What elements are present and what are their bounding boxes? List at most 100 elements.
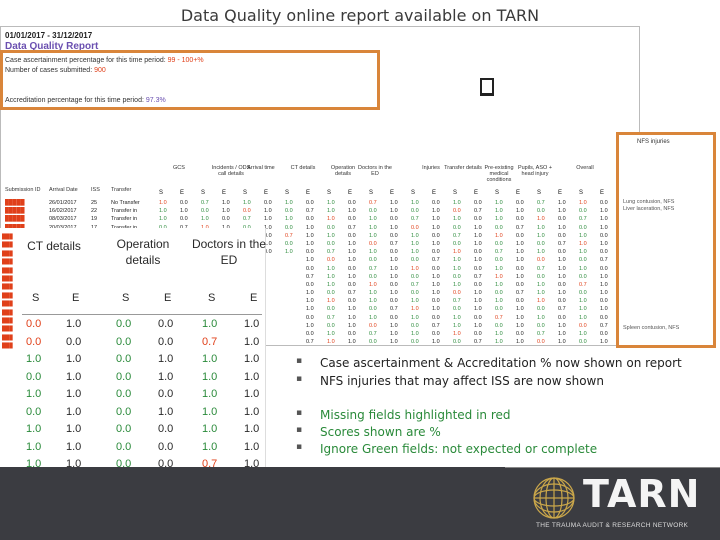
report-cell-value: 0.0 — [411, 273, 419, 280]
report-se-label: E — [474, 190, 479, 196]
report-cell-value: 1.0 — [495, 339, 503, 346]
report-cell-value: 0.7 — [537, 331, 545, 337]
report-se-label: E — [600, 190, 605, 196]
inset-cell: 0.0 — [116, 405, 132, 418]
report-cell-value: 0.0 — [390, 281, 398, 288]
report-se-label: S — [159, 190, 164, 196]
report-cell-value: 1.0 — [264, 208, 272, 215]
inset-cell: 1.0 — [26, 423, 42, 435]
report-cell-iss: 25 — [91, 200, 98, 206]
report-cell-value: 1.0 — [432, 290, 440, 297]
report-cell-value: 0.0 — [537, 306, 545, 313]
report-cell-value: 1.0 — [327, 200, 335, 206]
inset-cell: 1.0 — [66, 423, 82, 435]
report-cell-value: 0.7 — [327, 249, 335, 256]
report-cell-value: 0.0 — [348, 265, 356, 272]
report-se-label: S — [495, 190, 500, 196]
report-cell-value: 1.0 — [348, 257, 356, 264]
report-cell-value: 0.0 — [369, 240, 377, 247]
report-se-label: S — [327, 190, 332, 196]
report-cell-value: 0.0 — [558, 232, 566, 239]
report-cell-value: 1.0 — [390, 200, 398, 206]
report-cell-value: 0.7 — [348, 290, 356, 297]
report-se-label: S — [411, 190, 416, 196]
report-cell-value: 0.0 — [579, 257, 587, 264]
report-cell-value: 0.7 — [432, 322, 440, 329]
report-cell-value: 0.0 — [579, 339, 587, 346]
report-cell-value: 1.0 — [369, 224, 377, 231]
report-cell-value: 1.0 — [453, 265, 461, 272]
report-cell-value: 0.0 — [285, 224, 293, 231]
report-cell-value: 1.0 — [600, 240, 608, 247]
report-cell-value: 0.0 — [453, 306, 461, 313]
report-date-range: 01/01/2017 - 31/12/2017 — [5, 31, 93, 40]
report-cell-value: 1.0 — [453, 216, 461, 223]
report-cell-value: 0.0 — [600, 314, 608, 321]
report-column-header: CT details — [290, 165, 316, 171]
report-cell-value: 0.0 — [264, 200, 272, 206]
report-cell-value: 1.0 — [579, 314, 587, 321]
report-cell-value: 1.0 — [306, 240, 314, 247]
report-cell-value: 1.0 — [474, 322, 482, 329]
report-column-header: Overall — [576, 165, 594, 171]
report-cell-value: 1.0 — [348, 240, 356, 247]
report-cell-value: 1.0 — [516, 314, 524, 321]
report-cell-value: 1.0 — [411, 200, 419, 206]
report-cell-date: 26/01/2017 — [49, 200, 77, 206]
report-cell-value: 0.7 — [495, 249, 503, 256]
report-cell-value: 0.7 — [474, 273, 482, 280]
report-cell-value: 1.0 — [558, 339, 566, 346]
inset-table-row: 0.0 0.0 0.0 0.0 0.7 1.0 — [22, 336, 266, 354]
report-cell-transfer: Transfer in — [111, 216, 138, 223]
report-cell-value: 0.0 — [432, 232, 440, 239]
tarn-logo-text: TARN — [583, 472, 701, 516]
report-cell-value: 0.0 — [411, 208, 419, 215]
report-cell-value: 1.0 — [390, 273, 398, 280]
report-cell-value: 1.0 — [369, 232, 377, 239]
report-cell-value: 1.0 — [453, 322, 461, 329]
report-cell-value: 0.7 — [369, 331, 377, 337]
report-cell-value: 0.0 — [348, 298, 356, 305]
inset-cell: 1.0 — [244, 423, 260, 435]
report-cell-value: 0.7 — [432, 257, 440, 264]
report-cell-value: 0.0 — [453, 208, 461, 215]
report-cell-value: 1.0 — [348, 208, 356, 215]
footer-divider — [505, 467, 720, 468]
report-cell-value: 0.0 — [327, 240, 335, 247]
report-cell-value: 0.0 — [348, 281, 356, 288]
report-cell-value: 1.0 — [600, 281, 608, 288]
inset-cell: 1.0 — [202, 440, 218, 453]
report-cell-value: 0.0 — [558, 314, 566, 321]
inset-cell: 1.0 — [202, 370, 218, 383]
report-cell-value: 1.0 — [558, 224, 566, 231]
report-cell-value: 1.0 — [558, 322, 566, 329]
report-cell-value: 0.0 — [432, 200, 440, 206]
report-cell-value: 1.0 — [537, 249, 545, 256]
report-cell-value: 1.0 — [348, 339, 356, 346]
report-cell-id: ███ — [2, 250, 13, 257]
inset-cell: 1.0 — [66, 370, 82, 383]
report-cell-value: 1.0 — [285, 249, 293, 256]
report-cell-value: 0.0 — [432, 331, 440, 337]
report-cell-id: ███ — [2, 242, 13, 249]
inset-cell: 1.0 — [26, 353, 42, 365]
report-cell-value: 1.0 — [411, 331, 419, 337]
report-cell-value: 0.0 — [390, 249, 398, 256]
report-column-header: Doctors in the ED — [358, 165, 392, 177]
report-cell-value: 1.0 — [411, 249, 419, 256]
report-cell-value: 1.0 — [453, 314, 461, 321]
report-cell-value: 0.0 — [558, 298, 566, 305]
inset-table-row: 1.0 1.0 0.0 0.0 1.0 1.0 — [22, 423, 266, 441]
report-table-row: 08/03/2017 19 Transfer in █████ 1.0 0.0 1.0 0.0… — [3, 215, 639, 223]
report-cell-value: 0.7 — [390, 306, 398, 313]
tarn-logo-icon — [533, 477, 575, 519]
report-cell-value: 1.0 — [432, 240, 440, 247]
inset-cell: 0.0 — [116, 335, 132, 348]
report-cell-value: 0.7 — [579, 216, 587, 223]
inset-se-label: E — [72, 292, 80, 304]
report-cell-value: 1.0 — [495, 273, 503, 280]
report-cell-value: 1.0 — [495, 208, 503, 215]
inset-cell: 0.0 — [158, 318, 174, 330]
report-cell-value: 0.0 — [327, 322, 335, 329]
report-cell-value: 1.0 — [432, 339, 440, 346]
